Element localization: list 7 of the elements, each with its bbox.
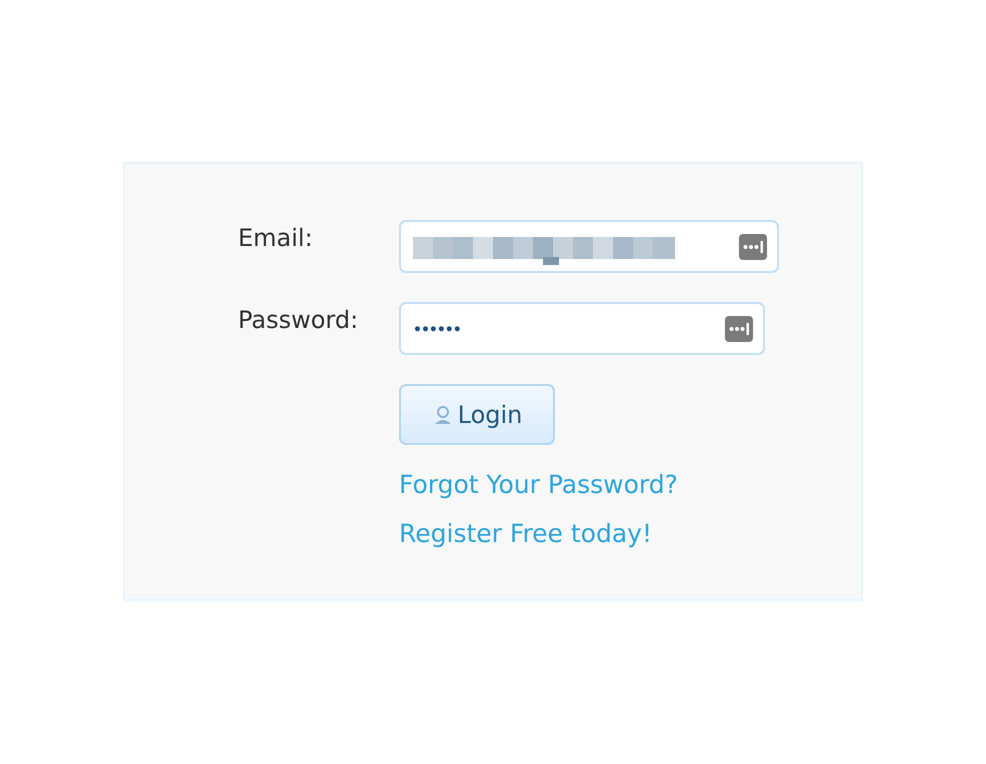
password-manager-icon[interactable] xyxy=(739,234,767,260)
login-button[interactable]: Login xyxy=(399,384,555,445)
password-field[interactable]: •••••• xyxy=(399,302,765,355)
email-field[interactable] xyxy=(399,220,779,273)
field-label: Password: xyxy=(238,305,360,336)
password-manager-icon[interactable] xyxy=(725,316,753,342)
field-label: Email: xyxy=(238,223,314,254)
